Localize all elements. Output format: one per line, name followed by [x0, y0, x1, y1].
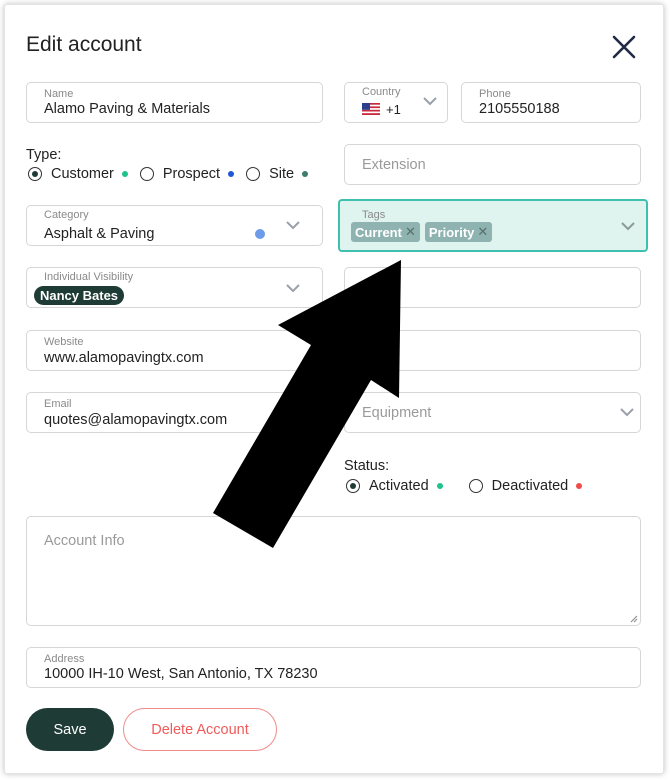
prospect-radio[interactable]	[139, 167, 154, 181]
country-select[interactable]: Country +1	[344, 82, 448, 123]
site-radio[interactable]	[246, 167, 261, 181]
address-field[interactable]: Address 10000 IH-10 West, San Antonio, T…	[26, 647, 641, 688]
site-dot	[302, 171, 309, 177]
chevron-down-icon	[286, 221, 300, 230]
user-chip[interactable]: Nancy Bates	[34, 286, 125, 305]
tag-current-label: Current	[355, 224, 402, 240]
chevron-down-icon	[621, 222, 635, 231]
tags-list: Current ✕ Priority ✕	[351, 222, 497, 242]
phone-field[interactable]: Phone 2105550188	[461, 82, 641, 123]
individual-visibility-select[interactable]: Individual Visibility Nancy Bates	[26, 267, 323, 308]
tag-current: Current ✕	[351, 222, 420, 242]
tags-select[interactable]: Tags Current ✕ Priority ✕	[338, 199, 648, 252]
extension-field[interactable]: Extension	[344, 144, 641, 185]
tags-label: Tags	[362, 209, 386, 221]
customer-dot	[121, 171, 128, 177]
email-value: quotes@alamopavingtx.com	[44, 412, 228, 428]
activated-label: Activated	[369, 478, 429, 494]
deactivated-dot	[576, 483, 583, 489]
country-label: Country	[362, 86, 401, 98]
website-value: www.alamopavingtx.com	[44, 350, 204, 366]
tag-priority-label: Priority	[428, 224, 475, 240]
category-label: Category	[44, 209, 89, 221]
category-color-dot	[255, 229, 265, 239]
type-label: Type:	[26, 147, 62, 163]
country-value: +1	[362, 102, 401, 117]
type-radio-group: Customer Prospect Site	[28, 166, 320, 182]
name-value: Alamo Paving & Materials	[44, 101, 211, 117]
extension-placeholder: Extension	[362, 157, 426, 173]
status-label: Status:	[344, 458, 390, 474]
activated-dot	[436, 483, 443, 489]
category-select[interactable]: Category Asphalt & Paving	[26, 205, 323, 246]
dialog-title: Edit account	[26, 33, 142, 56]
individual-visibility-label: Individual Visibility	[44, 271, 134, 283]
us-flag-icon	[362, 103, 380, 115]
status-radio-group: Activated Deactivated	[346, 478, 594, 494]
equipment-select[interactable]: Equipment	[344, 392, 641, 433]
address-label: Address	[44, 653, 85, 665]
close-icon[interactable]	[611, 34, 637, 60]
right-field-row5[interactable]	[344, 267, 641, 308]
deactivated-label: Deactivated	[491, 478, 569, 494]
remove-tag-icon[interactable]: ✕	[477, 224, 488, 240]
name-field[interactable]: Name Alamo Paving & Materials	[26, 82, 323, 123]
country-code: +1	[386, 102, 401, 117]
account-info-textarea[interactable]: Account Info	[26, 516, 641, 626]
email-label: Email	[44, 398, 72, 410]
remove-tag-icon[interactable]: ✕	[405, 224, 416, 240]
address-value: 10000 IH-10 West, San Antonio, TX 78230	[44, 666, 318, 682]
tag-priority: Priority ✕	[424, 222, 493, 242]
customer-label: Customer	[51, 166, 114, 182]
phone-value: 2105550188	[479, 101, 560, 117]
prospect-label: Prospect	[162, 166, 221, 182]
prospect-dot	[228, 171, 235, 177]
equipment-placeholder: Equipment	[362, 405, 432, 421]
chevron-down-icon	[423, 97, 437, 106]
website-field[interactable]: Website www.alamopavingtx.com	[26, 330, 323, 371]
delete-account-button[interactable]: Delete Account	[123, 708, 277, 751]
resize-handle-icon[interactable]	[630, 615, 638, 623]
name-label: Name	[44, 88, 74, 100]
phone-label: Phone	[479, 88, 511, 100]
account-info-placeholder: Account Info	[44, 533, 125, 549]
customer-radio[interactable]	[28, 167, 42, 181]
email-field[interactable]: Email quotes@alamopavingtx.com	[26, 392, 323, 433]
chevron-down-icon	[620, 408, 634, 417]
deactivated-radio[interactable]	[468, 479, 483, 493]
save-button[interactable]: Save	[26, 708, 114, 751]
chevron-down-icon	[286, 284, 300, 293]
activated-radio[interactable]	[346, 479, 360, 493]
site-label: Site	[269, 166, 295, 182]
website-label: Website	[44, 336, 84, 348]
right-field-row6[interactable]	[344, 330, 641, 371]
category-value: Asphalt & Paving	[44, 226, 155, 242]
